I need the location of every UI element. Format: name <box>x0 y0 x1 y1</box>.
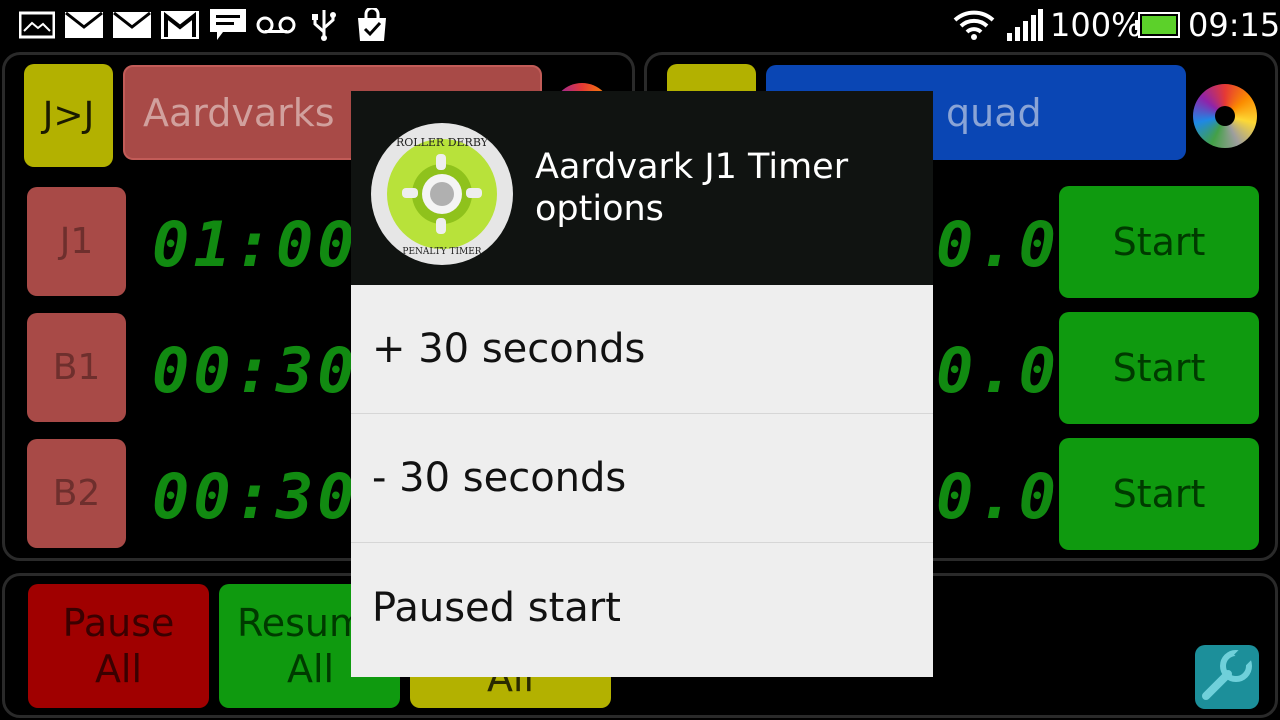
usb-icon <box>306 8 342 42</box>
voicemail-icon <box>256 8 296 42</box>
pause-all-button[interactable]: Pause All <box>28 584 209 708</box>
wifi-icon <box>952 8 996 42</box>
home-team-name: Aardvarks <box>143 90 335 135</box>
start-button-label: Start <box>1112 472 1206 516</box>
color-picker-center <box>1215 106 1235 126</box>
home-row-label-button[interactable]: B2 <box>27 439 126 548</box>
battery-percent: 100% <box>1050 6 1142 44</box>
away-team-name: quad <box>946 90 1042 135</box>
signal-icon <box>1004 8 1044 42</box>
logo-text-top: ROLLER DERBY <box>396 136 489 149</box>
clock: 09:15 <box>1188 6 1280 44</box>
pause-all-line2: All <box>94 647 143 691</box>
option-subtract-30-seconds[interactable]: - 30 seconds <box>351 414 933 543</box>
resume-all-line2: All <box>287 647 335 691</box>
home-row-label-button[interactable]: J1 <box>27 187 126 296</box>
start-button[interactable]: Start <box>1059 186 1259 298</box>
pause-all-line1: Pause <box>62 601 175 645</box>
start-button[interactable]: Start <box>1059 438 1259 550</box>
logo-text-bottom: PENALTY TIMER <box>402 247 481 257</box>
away-color-picker[interactable] <box>1193 84 1257 148</box>
away-timer-display[interactable]: 0.0 <box>936 214 1060 276</box>
option-label: + 30 seconds <box>372 326 646 372</box>
message-icon <box>208 8 248 42</box>
away-timer-display[interactable]: 0.0 <box>936 466 1060 528</box>
battery-icon <box>1134 8 1182 42</box>
start-button-label: Start <box>1112 220 1206 264</box>
settings-button[interactable] <box>1195 645 1259 709</box>
gmail-icon <box>160 8 200 42</box>
swap-jammers-label: J>J <box>42 95 95 136</box>
dialog-title: Aardvark J1 Timer options <box>535 147 849 229</box>
shopping-bag-icon <box>352 8 392 42</box>
timer-options-dialog: ROLLER DERBY PENALTY TIMER Aardvark J1 T… <box>351 91 933 677</box>
home-row-label: B1 <box>52 347 101 388</box>
roller-derby-logo: ROLLER DERBY PENALTY TIMER <box>370 122 515 267</box>
home-row-label: B2 <box>52 473 101 514</box>
option-paused-start[interactable]: Paused start <box>351 543 933 672</box>
option-label: Paused start <box>372 584 621 631</box>
status-bar: 100% 09:15 <box>0 0 1280 50</box>
away-timer-display[interactable]: 0.0 <box>936 340 1060 402</box>
dialog-header: ROLLER DERBY PENALTY TIMER Aardvark J1 T… <box>351 91 933 285</box>
image-icon <box>18 8 56 42</box>
home-row-label: J1 <box>59 221 94 262</box>
option-label: - 30 seconds <box>372 455 627 501</box>
resume-all-line1: Resum <box>237 601 366 645</box>
wrench-icon <box>1198 646 1256 708</box>
start-button-label: Start <box>1112 346 1206 390</box>
mail-icon <box>112 8 152 42</box>
swap-jammers-button[interactable]: J>J <box>24 64 113 167</box>
start-button[interactable]: Start <box>1059 312 1259 424</box>
option-add-30-seconds[interactable]: + 30 seconds <box>351 285 933 414</box>
mail-icon <box>64 8 104 42</box>
home-row-label-button[interactable]: B1 <box>27 313 126 422</box>
